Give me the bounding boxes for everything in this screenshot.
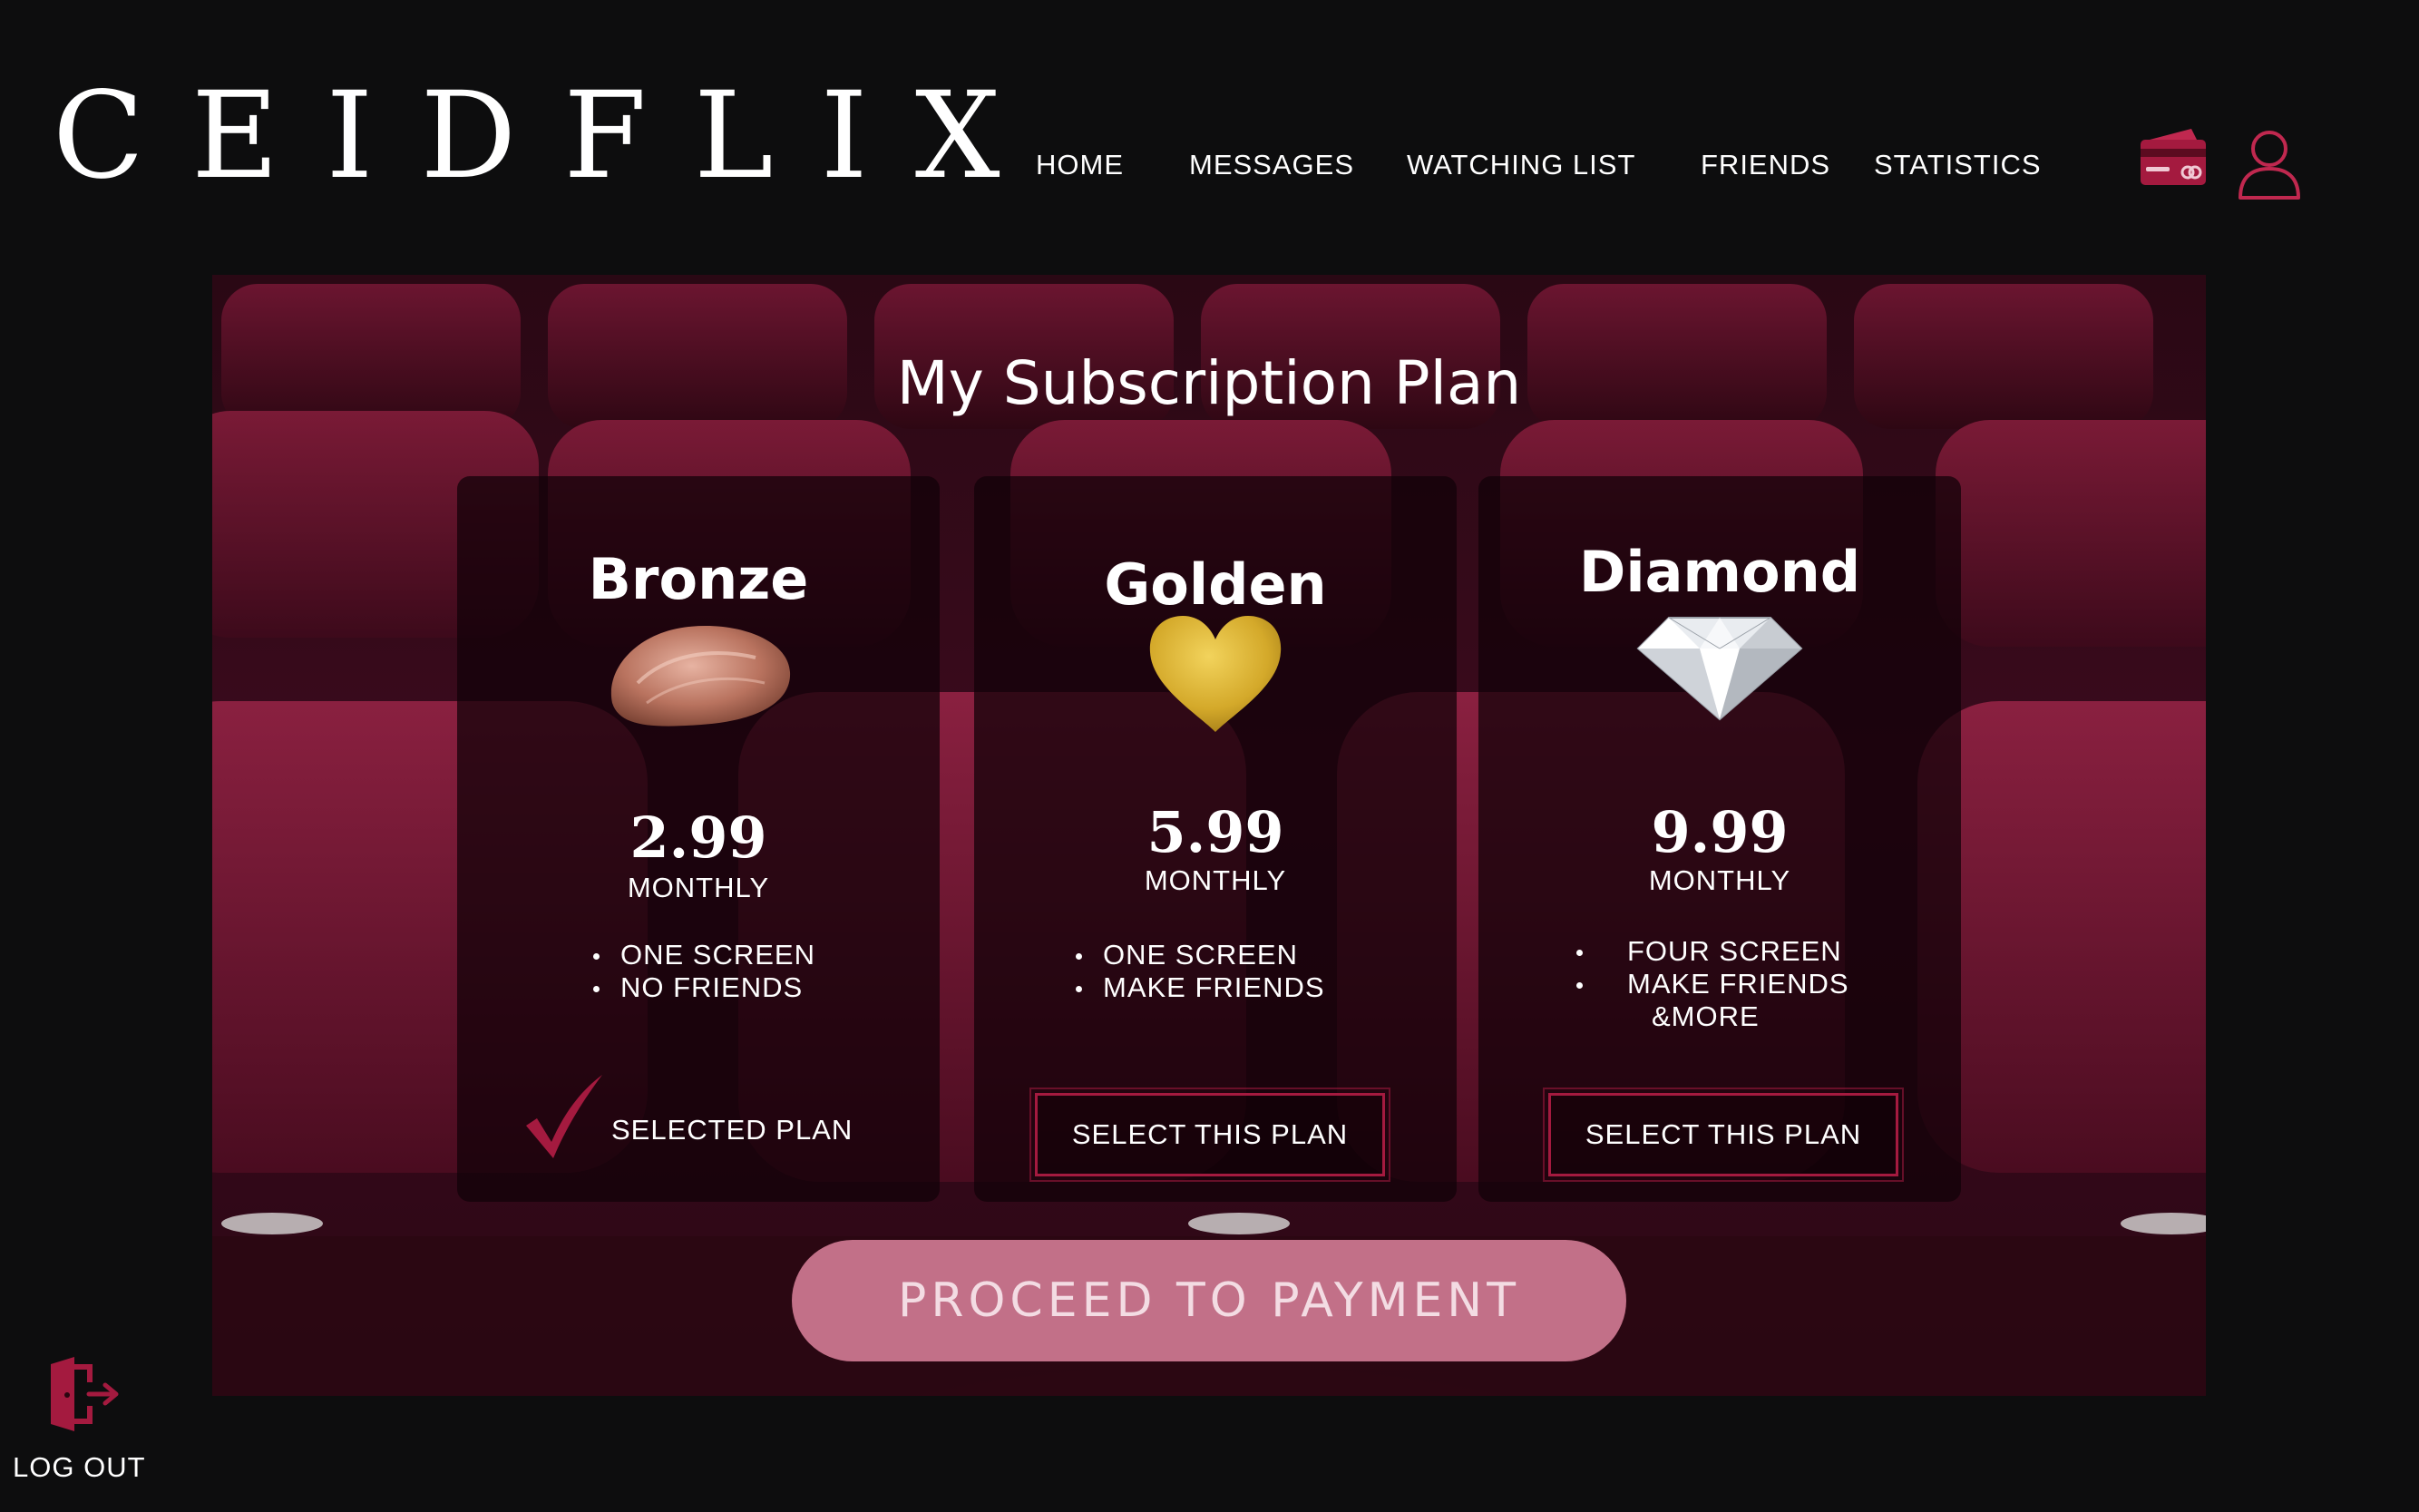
feature-item: ONE SCREEN xyxy=(1076,939,1325,971)
proceed-to-payment-button[interactable]: PROCEED TO PAYMENT xyxy=(792,1240,1626,1361)
nav-messages[interactable]: MESSAGES xyxy=(1189,147,1354,183)
credit-card-icon[interactable] xyxy=(2137,127,2209,196)
plan-period: MONTHLY xyxy=(627,872,770,903)
plan-period: MONTHLY xyxy=(1648,864,1791,896)
plan-features: ONE SCREEN NO FRIENDS xyxy=(593,939,815,1004)
plan-price: 5.99 xyxy=(1146,799,1284,865)
checkmark-icon xyxy=(526,1075,602,1158)
feature-item: MAKE FRIENDS xyxy=(1576,968,1849,1000)
user-icon[interactable] xyxy=(2235,127,2304,201)
plan-card-bronze: Bronze 2.99 MONTHLY ONE SCREEN NO FRIEND… xyxy=(457,476,940,1202)
golden-heart-icon xyxy=(1149,616,1282,732)
plan-card-golden: Golden 5.99 MONTHLY ONE SCREEN MAKE FRIE… xyxy=(974,476,1457,1202)
nav-statistics[interactable]: STATISTICS xyxy=(1874,147,2042,183)
plan-features: FOUR SCREEN MAKE FRIENDS &MORE xyxy=(1576,935,1849,1033)
feature-item: &MORE xyxy=(1652,1000,1760,1032)
feature-item: ONE SCREEN xyxy=(593,939,815,971)
plan-name: Golden xyxy=(1104,551,1327,618)
feature-item: FOUR SCREEN xyxy=(1576,935,1849,968)
selected-plan-indicator: SELECTED PLAN xyxy=(522,1073,853,1160)
bronze-nugget-icon xyxy=(610,625,791,727)
plan-period: MONTHLY xyxy=(1144,864,1287,896)
plan-price: 2.99 xyxy=(629,805,767,871)
page-title: My Subscription Plan xyxy=(896,348,1522,418)
select-golden-plan-button[interactable]: SELECT THIS PLAN xyxy=(1029,1088,1390,1182)
nav-friends[interactable]: FRIENDS xyxy=(1701,147,1830,183)
app-logo[interactable]: CEIDFLIX xyxy=(53,73,1048,200)
plan-features: ONE SCREEN MAKE FRIENDS xyxy=(1076,939,1325,1004)
nav-home[interactable]: HOME xyxy=(1036,147,1124,183)
plan-name: Diamond xyxy=(1578,539,1861,605)
logout-label[interactable]: LOG OUT xyxy=(13,1449,146,1486)
nav-watching-list[interactable]: WATCHING LIST xyxy=(1407,147,1635,183)
diamond-icon xyxy=(1636,617,1803,721)
plan-price: 9.99 xyxy=(1651,799,1789,865)
select-diamond-plan-button[interactable]: SELECT THIS PLAN xyxy=(1543,1088,1904,1182)
feature-item: NO FRIENDS xyxy=(593,971,815,1004)
plan-card-diamond: Diamond 9.99 MONTHLY FOUR SCREEN MAKE FR… xyxy=(1478,476,1961,1202)
plan-name: Bronze xyxy=(588,546,809,612)
feature-item: MAKE FRIENDS xyxy=(1076,971,1325,1004)
selected-plan-label: SELECTED PLAN xyxy=(611,1114,853,1146)
subscription-panel: My Subscription Plan Bronze 2.99 MONTHLY… xyxy=(212,275,2206,1396)
logout-door-icon[interactable] xyxy=(47,1355,122,1433)
